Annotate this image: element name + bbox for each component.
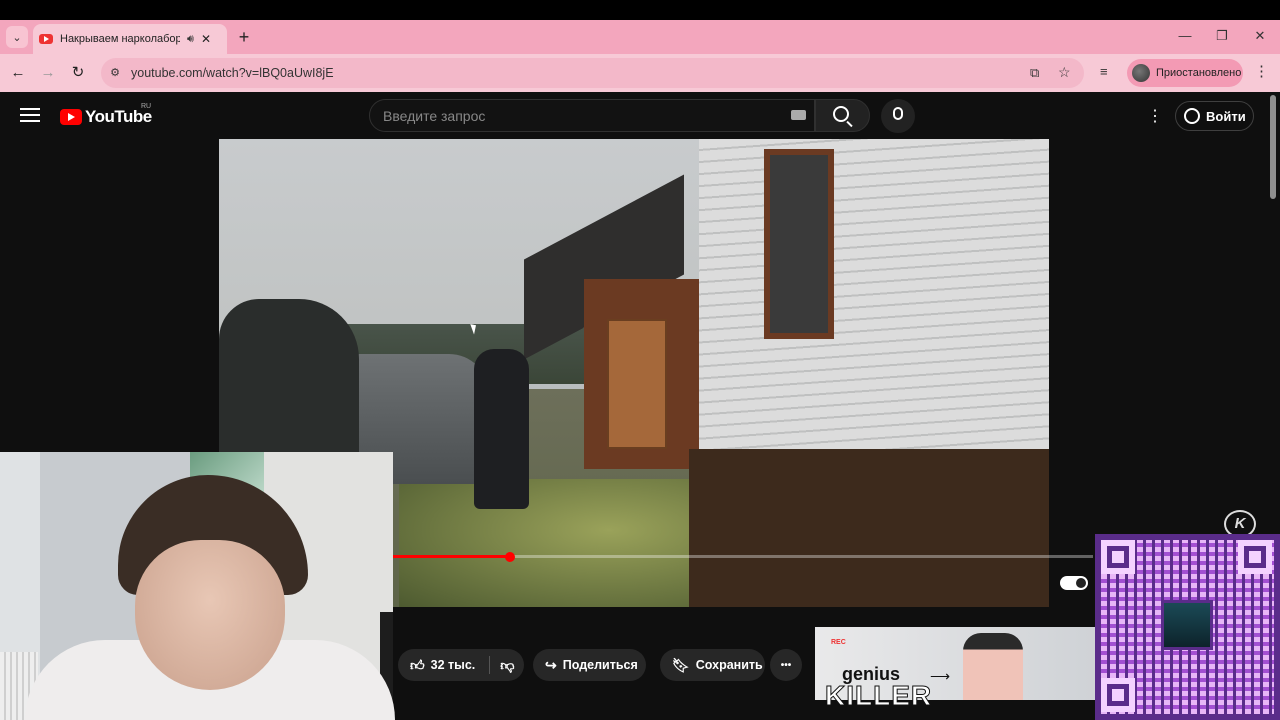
video-shed-door (607, 319, 667, 449)
restore-button[interactable]: ❐ (1212, 28, 1232, 44)
webcam-person-face (135, 540, 285, 690)
browser-menu-icon[interactable]: ⋮ (1254, 62, 1269, 80)
like-separator (489, 656, 491, 674)
bookmark-icon: 🔖︎ (672, 656, 690, 673)
video-progress-fill (393, 555, 510, 558)
qr-finder-top-left (1101, 540, 1135, 574)
url-text[interactable]: youtube.com/watch?v=lBQ0aUwI8jE (131, 66, 334, 80)
minimize-button[interactable]: — (1175, 28, 1195, 44)
qr-center-logo (1161, 600, 1213, 650)
search-icon (833, 106, 849, 122)
thumbnail-title-big: KILLER (824, 680, 933, 712)
hamburger-menu-icon[interactable] (20, 108, 40, 124)
thumbnail-person (963, 633, 1023, 700)
sign-in-label: Войти (1206, 108, 1246, 124)
video-house-base (689, 449, 1049, 607)
share-label: Поделиться (562, 658, 638, 672)
microphone-icon (893, 107, 903, 120)
region-label: RU (141, 103, 152, 110)
reload-button[interactable]: ↻ (67, 62, 89, 84)
bookmark-star-icon[interactable]: ☆ (1058, 64, 1071, 81)
youtube-play-icon (60, 109, 82, 125)
qr-finder-top-right (1238, 540, 1272, 574)
like-count[interactable]: 32 тыс. (431, 658, 476, 672)
site-info-icon[interactable]: ⚙ (108, 66, 122, 80)
like-dislike-group: 👍︎ 32 тыс. 👎︎ (398, 649, 524, 681)
sign-in-button[interactable]: Войти (1175, 101, 1254, 131)
youtube-logo[interactable]: YouTube (60, 107, 152, 127)
share-arrow-icon: ↪ (545, 656, 557, 673)
tab-search-button[interactable]: ⌄ (6, 26, 28, 48)
profile-button[interactable]: Приостановлено (1127, 59, 1243, 87)
screen-top-strip (0, 0, 1280, 20)
video-progress-knob[interactable] (505, 552, 515, 562)
save-label: Сохранить (695, 658, 763, 672)
share-button[interactable]: ↪ Поделиться (533, 649, 646, 681)
qr-finder-bottom-left (1101, 678, 1135, 712)
tab-title: Накрываем нарколаборат (60, 33, 180, 45)
thumbnail-rec-badge: REC (831, 639, 846, 646)
chevron-down-icon: ⌄ (12, 31, 22, 44)
video-house-window (764, 149, 834, 339)
thumbs-down-icon[interactable]: 👎︎ (500, 657, 514, 674)
thumbs-up-icon[interactable]: 👍︎ (410, 657, 425, 674)
avatar (1132, 64, 1150, 82)
youtube-wordmark: YouTube (85, 107, 152, 126)
settings-more-icon[interactable]: ⋮ (1147, 106, 1163, 126)
close-window-button[interactable]: ✕ (1250, 28, 1270, 44)
search-placeholder: Введите запрос (383, 108, 486, 124)
tab-close-icon[interactable]: ✕ (201, 32, 211, 46)
browser-tab-active[interactable]: Накрываем нарколаборат 🔊︎ ✕ (33, 24, 227, 54)
back-button[interactable]: ← (7, 62, 29, 84)
install-app-icon[interactable]: ⧉ (1030, 65, 1039, 81)
keyboard-icon[interactable] (791, 110, 806, 120)
user-icon (1184, 108, 1200, 124)
new-tab-button[interactable]: + (234, 27, 254, 47)
video-person-center (474, 349, 529, 509)
more-actions-button[interactable]: ••• (770, 649, 802, 681)
speaker-icon[interactable]: 🔊︎ (187, 33, 194, 46)
save-button[interactable]: 🔖︎ Сохранить (660, 649, 765, 681)
youtube-favicon-icon (39, 34, 53, 44)
media-controls-icon[interactable]: ≡ (1100, 64, 1108, 79)
profile-status: Приостановлено (1156, 67, 1242, 79)
autoplay-toggle[interactable] (1060, 576, 1088, 590)
forward-button[interactable]: → (37, 62, 59, 84)
page-scrollbar[interactable] (1270, 95, 1276, 199)
arrow-right-icon: ⟶ (930, 668, 951, 684)
